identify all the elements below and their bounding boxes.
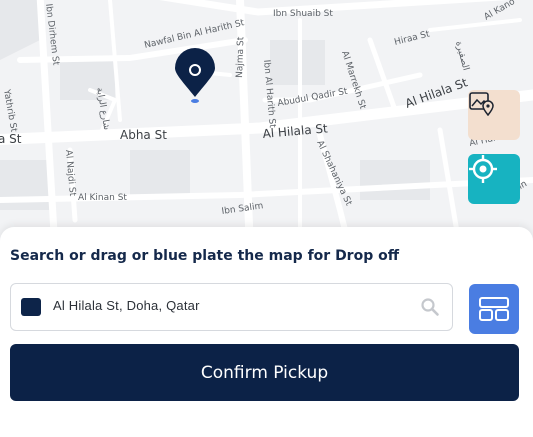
- street-label-najma: Najma St: [235, 36, 246, 78]
- photo-location-button[interactable]: [468, 90, 520, 140]
- bottom-sheet: Search or drag or blue plate the map for…: [0, 227, 533, 437]
- search-icon[interactable]: [420, 297, 440, 317]
- image-location-icon: [469, 92, 494, 116]
- locate-me-button[interactable]: [468, 154, 520, 204]
- confirm-pickup-button[interactable]: Confirm Pickup: [10, 344, 519, 401]
- street-label-al-kinan: Al Kinan St: [78, 193, 127, 203]
- street-label-sa-left: a St: [0, 132, 22, 146]
- location-marker-swatch: [21, 298, 41, 316]
- street-label-ibn-shuaib: Ibn Shuaib St: [273, 9, 333, 19]
- address-value[interactable]: Al Hilala St, Doha, Qatar: [53, 298, 200, 313]
- layout-grid-icon: [479, 297, 509, 321]
- address-search-field[interactable]: Al Hilala St, Doha, Qatar: [10, 283, 453, 331]
- map-canvas[interactable]: Ibn Dirhem St Nawfal Bin Al Harith St Ib…: [0, 0, 533, 250]
- layout-toggle-button[interactable]: [469, 284, 519, 334]
- map-view[interactable]: Ibn Dirhem St Nawfal Bin Al Harith St Ib…: [0, 0, 533, 250]
- instruction-text: Search or drag or blue plate the map for…: [10, 248, 400, 264]
- street-label-abha: Abha St: [120, 128, 167, 142]
- crosshair-location-icon: [469, 155, 497, 183]
